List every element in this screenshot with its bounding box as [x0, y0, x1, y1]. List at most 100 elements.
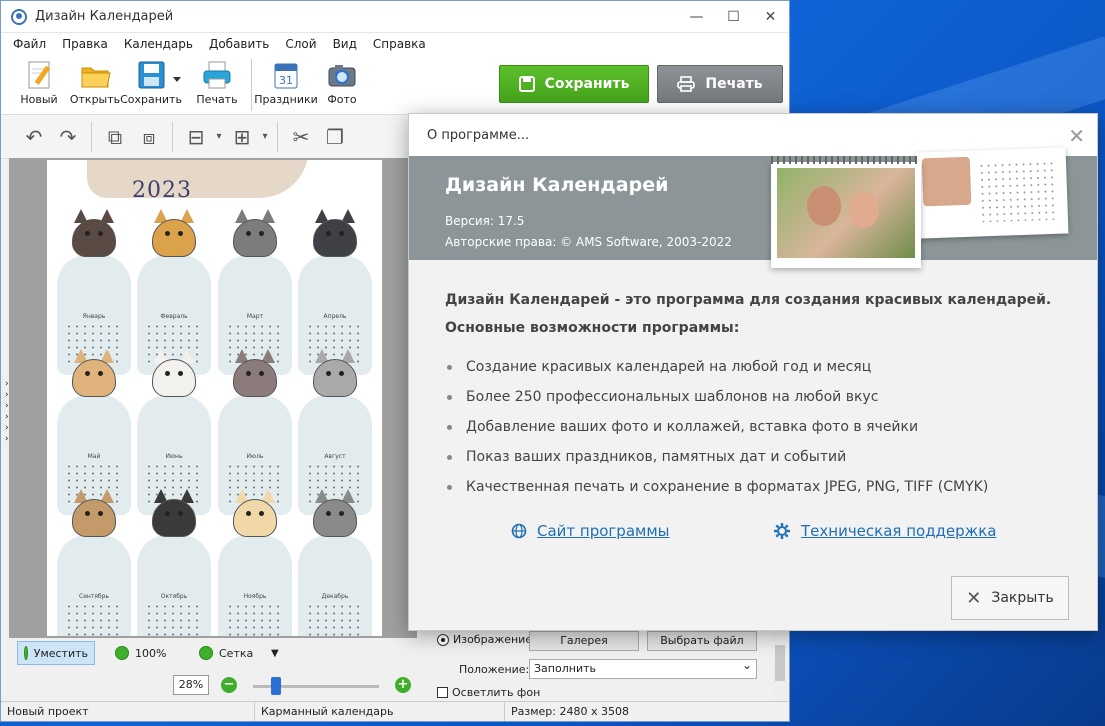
dialog-body: Дизайн Календарей - это программа для со… — [409, 260, 1097, 502]
title-bar: Дизайн Календарей — ☐ ✕ — [1, 1, 789, 33]
align-icon[interactable]: ⊟ — [179, 122, 213, 152]
month-name: Май — [87, 453, 101, 460]
family-photo — [777, 168, 915, 258]
send-backward-icon[interactable]: ⧈ — [132, 122, 166, 152]
distribute-dropdown-icon[interactable]: ▾ — [259, 122, 271, 152]
cat-eye — [165, 231, 170, 236]
grid-dropdown-icon[interactable]: ▼ — [265, 641, 285, 665]
zoom-in-button[interactable]: + — [395, 677, 411, 693]
zoom-slider-thumb[interactable] — [270, 677, 281, 695]
window-title: Дизайн Календарей — [35, 9, 174, 24]
cat-eye — [178, 231, 183, 236]
month-day-grid — [145, 603, 203, 636]
image-radio[interactable]: Изображение — [437, 633, 532, 646]
cat-body — [152, 499, 196, 537]
about-version: Версия: 17.5 — [445, 214, 525, 228]
toolbar-divider — [277, 121, 278, 152]
cat-illustration — [144, 205, 204, 257]
calendar-icon: 31 — [269, 59, 303, 91]
cat-illustration — [225, 485, 285, 537]
fit-icon — [24, 646, 28, 660]
radio-selected-icon — [437, 633, 449, 646]
close-dialog-button[interactable]: ✕ Закрыть — [951, 576, 1069, 620]
site-link[interactable]: Сайт программы — [511, 522, 670, 540]
zoom-100-button[interactable]: 100% — [109, 641, 172, 665]
print-button[interactable]: Печать — [189, 55, 245, 106]
bullet-icon — [447, 364, 452, 370]
photo-button[interactable]: Фото — [314, 55, 370, 106]
status-project: Новый проект — [1, 702, 255, 721]
menu-edit[interactable]: Правка — [54, 37, 116, 51]
features-title: Основные возможности программы: — [445, 320, 740, 336]
calendar-page-preview[interactable]: 2023 Январь Февраль Март Апрель Май Июнь Июль А… — [47, 160, 382, 636]
face-shape — [807, 186, 841, 226]
cat-illustration — [64, 485, 124, 537]
grid-button[interactable]: Сетка — [193, 641, 259, 665]
cut-icon[interactable]: ✂ — [284, 122, 318, 152]
bullet-icon — [447, 424, 452, 430]
close-window-button[interactable]: ✕ — [752, 1, 789, 33]
photo-label: Фото — [327, 93, 357, 106]
cat-eye — [98, 371, 103, 376]
save-button[interactable]: Сохранить — [120, 55, 182, 106]
choose-file-button[interactable]: Выбрать файл — [647, 631, 757, 651]
close-icon[interactable]: ✕ — [1068, 124, 1085, 148]
site-link-label: Сайт программы — [537, 522, 670, 540]
cat-body — [233, 359, 277, 397]
menu-add[interactable]: Добавить — [201, 37, 277, 51]
properties-scrollbar[interactable] — [773, 631, 787, 701]
cat-eye — [326, 371, 331, 376]
maximize-button[interactable]: ☐ — [715, 1, 752, 33]
month-name: Сентябрь — [79, 593, 109, 600]
cat-body — [72, 499, 116, 537]
cat-eye — [339, 371, 344, 376]
floppy-disk-icon — [134, 59, 168, 91]
menu-file[interactable]: Файл — [5, 37, 54, 51]
cat-illustration — [144, 345, 204, 397]
minimize-button[interactable]: — — [678, 1, 715, 33]
new-document-icon — [22, 59, 56, 91]
bullet-icon — [447, 394, 452, 400]
menu-help[interactable]: Справка — [365, 37, 434, 51]
canvas-area[interactable]: 2023 Январь Февраль Март Апрель Май Июнь Июль А… — [9, 158, 417, 638]
svg-text:31: 31 — [279, 74, 293, 87]
align-dropdown-icon[interactable]: ▾ — [213, 122, 225, 152]
distribute-icon[interactable]: ⊞ — [225, 122, 259, 152]
save-big-button[interactable]: Сохранить — [499, 65, 649, 103]
open-button[interactable]: Открыть — [67, 55, 123, 106]
menu-view[interactable]: Вид — [325, 37, 365, 51]
position-select[interactable]: Заполнить — [529, 656, 757, 679]
new-label: Новый — [20, 93, 58, 106]
month-card: Декабрь — [298, 535, 372, 636]
fit-button[interactable]: Уместить — [17, 641, 95, 665]
calendar-spiral — [771, 156, 921, 164]
copy-icon[interactable]: ❐ — [318, 122, 352, 152]
undo-icon[interactable]: ↶ — [17, 122, 51, 152]
support-link[interactable]: Техническая поддержка — [773, 522, 996, 540]
gallery-button[interactable]: Галерея — [529, 631, 639, 651]
month-name: Апрель — [323, 313, 347, 320]
print-big-button[interactable]: Печать — [657, 65, 783, 103]
zoom-value-field[interactable]: 28% — [173, 675, 209, 695]
cat-body — [233, 219, 277, 257]
holidays-button[interactable]: 31 Праздники — [254, 55, 318, 106]
new-button[interactable]: Новый — [11, 55, 67, 106]
lighten-bg-checkbox[interactable]: Осветлить фон — [437, 686, 540, 699]
menu-calendar[interactable]: Календарь — [116, 37, 201, 51]
scrollbar-thumb[interactable] — [775, 645, 785, 681]
menu-bar: Файл Правка Календарь Добавить Слой Вид … — [1, 33, 789, 55]
cat-eye — [339, 231, 344, 236]
save-dropdown-arrow[interactable] — [173, 77, 181, 82]
redo-icon[interactable]: ↷ — [51, 122, 85, 152]
feature-text: Создание красивых календарей на любой го… — [466, 359, 872, 375]
bring-forward-icon[interactable]: ⧉ — [98, 122, 132, 152]
close-icon: ✕ — [966, 587, 982, 609]
camera-icon — [325, 59, 359, 91]
collapse-panel-arrows[interactable]: › › › › › › — [5, 379, 9, 445]
month-day-grid — [226, 603, 284, 636]
printer-icon — [677, 76, 696, 92]
cat-eye — [98, 511, 103, 516]
menu-layer[interactable]: Слой — [277, 37, 324, 51]
zoom-out-button[interactable]: − — [221, 677, 237, 693]
cat-body — [313, 359, 357, 397]
